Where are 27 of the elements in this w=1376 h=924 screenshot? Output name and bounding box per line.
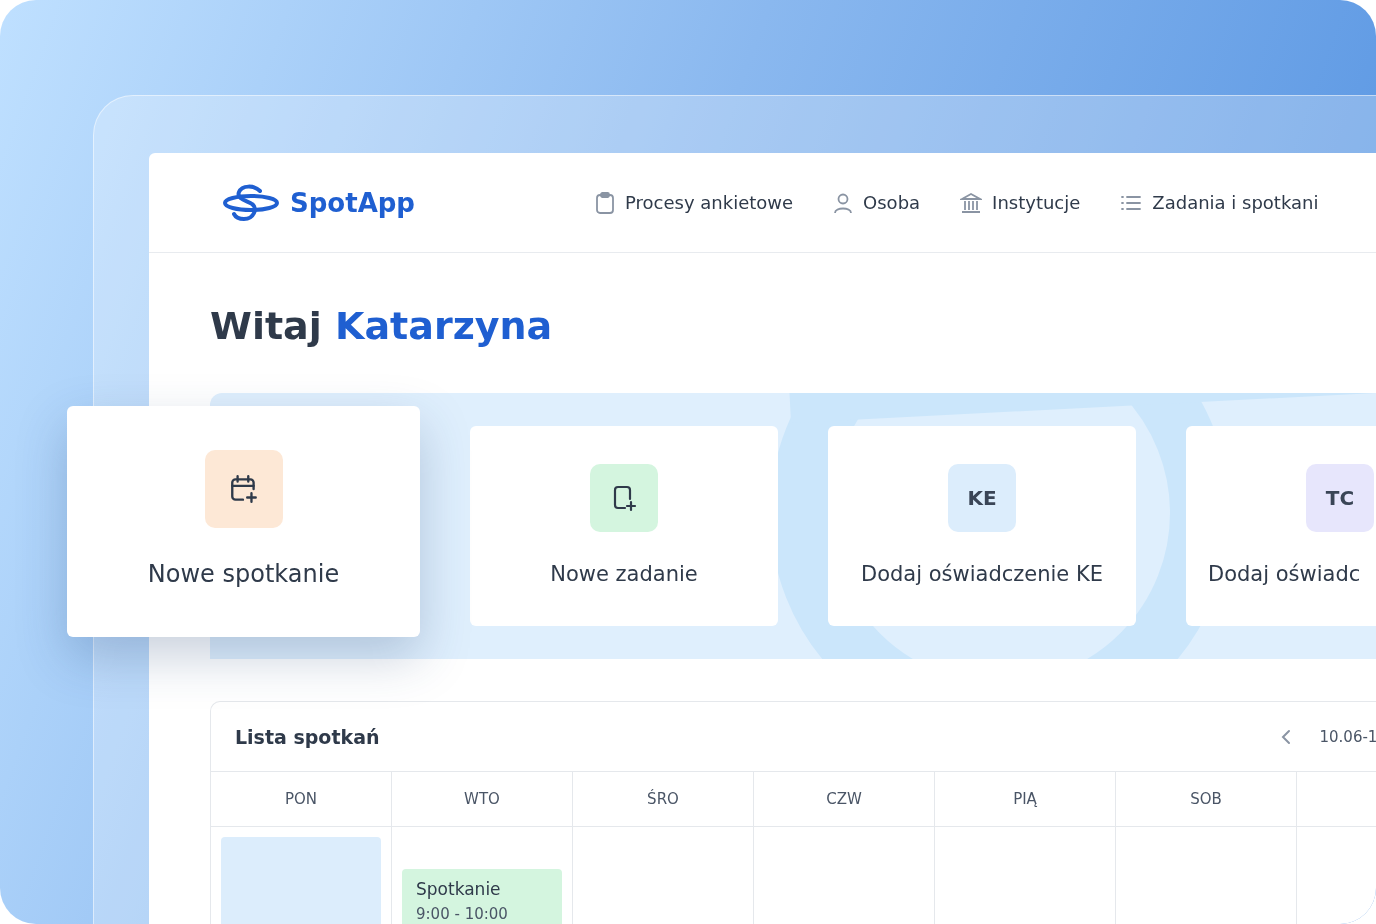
event-card[interactable]: Spotkanie 9:00 - 10:00: [402, 869, 562, 924]
person-icon: [833, 191, 854, 214]
day-header: SOB: [1116, 772, 1297, 827]
chevron-left-icon: [1281, 728, 1292, 745]
clipboard-icon: [595, 191, 615, 214]
greeting-heading: Witaj Katarzyna: [210, 303, 554, 350]
file-plus-icon: [611, 484, 637, 512]
nav-link[interactable]: Zadania i spotkani: [1120, 191, 1319, 214]
tile-icon-background: KE: [948, 464, 1016, 532]
action-tile[interactable]: TC Dodaj oświadc: [1186, 426, 1376, 626]
action-tile[interactable]: KE Dodaj oświadczenie KE: [828, 426, 1136, 626]
building-icon: [960, 191, 983, 214]
action-tile[interactable]: Nowe spotkanie: [67, 406, 420, 637]
nav-link[interactable]: Instytucje: [960, 191, 1081, 214]
day-header: CZW: [754, 772, 935, 827]
nav-link[interactable]: Procesy ankietowe: [595, 191, 794, 214]
brand-name: SpotApp: [290, 187, 415, 218]
action-tile[interactable]: Nowe zadanie: [470, 426, 778, 626]
tile-icon-background: TC: [1306, 464, 1374, 532]
day-header: PIĄ: [935, 772, 1116, 827]
day-header: ŚRO: [573, 772, 754, 827]
day-header: WTO: [392, 772, 573, 827]
day-header: PON: [211, 772, 392, 827]
panel-title: Lista spotkań: [235, 725, 380, 748]
nav-link[interactable]: Osoba: [833, 191, 921, 214]
logo-icon: [222, 182, 280, 223]
date-range: 10.06-1: [1319, 727, 1376, 746]
